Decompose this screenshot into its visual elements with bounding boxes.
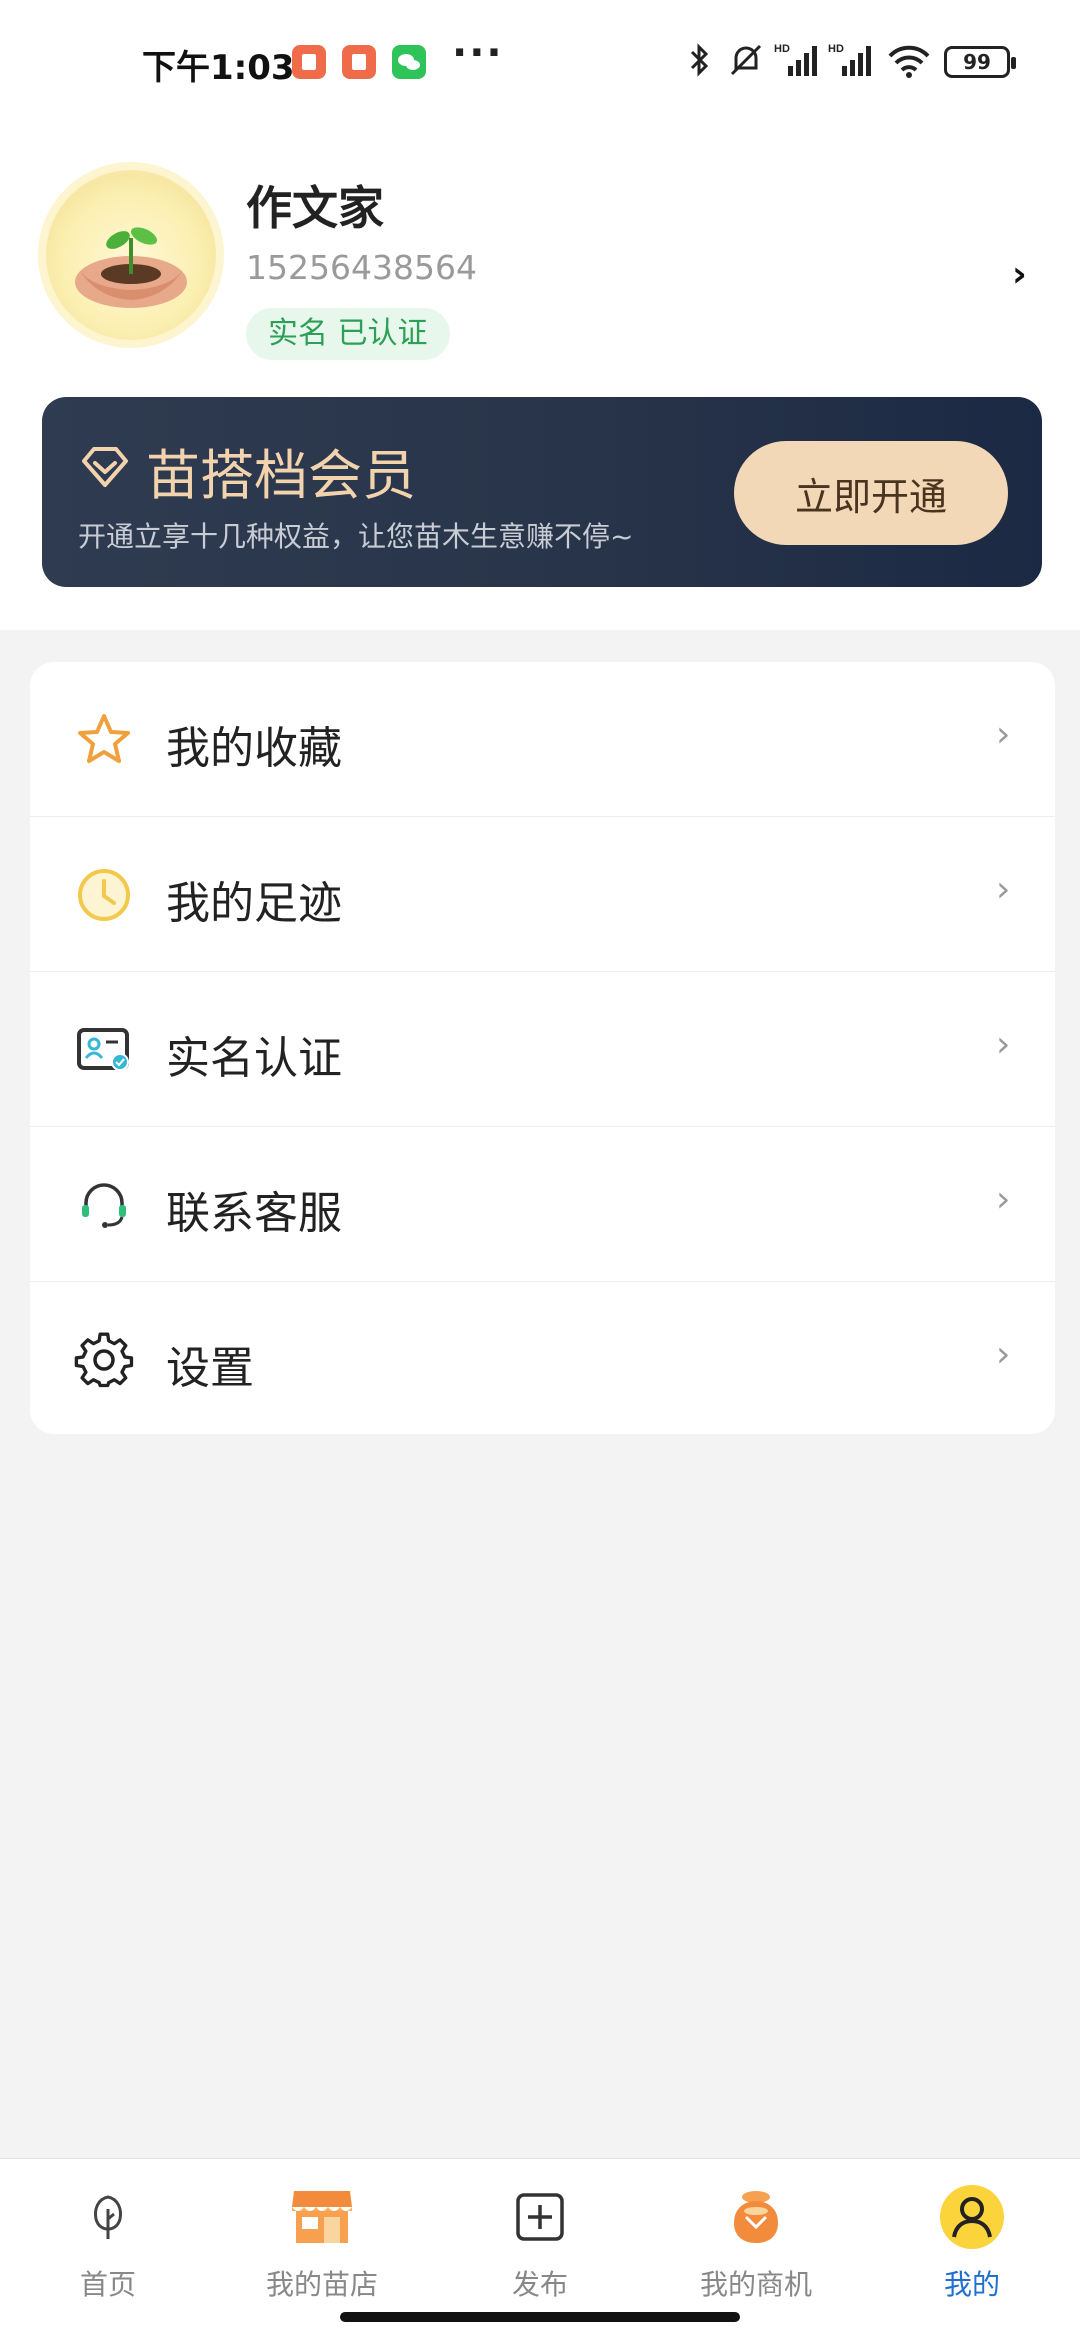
diamond-icon (78, 441, 132, 495)
menu-item-label: 我的收藏 (166, 723, 342, 774)
svg-text:HD: HD (828, 43, 844, 55)
avatar[interactable] (46, 170, 216, 340)
chevron-right-icon: › (996, 869, 1011, 910)
app-notification-icon (342, 45, 376, 79)
tab-my-store[interactable]: 我的苗店 (222, 2177, 422, 2317)
menu-item-label: 设置 (166, 1343, 254, 1394)
chevron-right-icon: › (996, 1334, 1011, 1375)
vip-title: 苗搭档会员 (146, 444, 416, 507)
status-time: 下午1:03 (142, 48, 295, 88)
chevron-right-icon: › (996, 714, 1011, 755)
tab-home[interactable]: 首页 (8, 2177, 208, 2317)
more-icon: ··· (452, 30, 504, 76)
battery-icon: 99 (944, 46, 1016, 78)
tab-me[interactable]: 我的 (872, 2177, 1072, 2317)
vip-banner[interactable]: 苗搭档会员 开通立享十几种权益，让您苗木生意赚不停~ 立即开通 (42, 397, 1042, 587)
clock-icon (74, 865, 134, 925)
money-bag-icon (724, 2185, 788, 2249)
chevron-right-icon: › (996, 1179, 1011, 1220)
svg-text:HD: HD (774, 43, 790, 55)
tab-label: 发布 (511, 2268, 568, 2301)
verified-badge: 实名 已认证 (246, 308, 450, 360)
menu-item-label: 实名认证 (166, 1033, 342, 1084)
menu-item-label: 我的足迹 (166, 878, 342, 929)
profile-header[interactable]: 作文家 15256438564 实名 已认证 › 苗搭档会员 开通立享十几种权益… (0, 124, 1080, 630)
mute-icon (726, 40, 766, 80)
menu-item-history[interactable]: 我的足迹 › (30, 817, 1055, 972)
tab-label: 我的商机 (699, 2268, 812, 2301)
tab-publish[interactable]: 发布 (440, 2177, 640, 2317)
store-icon (290, 2185, 354, 2249)
signal-hd-icon: HD (774, 40, 820, 80)
tree-icon (76, 2185, 140, 2249)
signal-hd-icon: HD (828, 40, 874, 80)
gear-icon (74, 1330, 134, 1390)
menu-item-label: 联系客服 (166, 1188, 342, 1239)
tab-label: 我的 (943, 2268, 1000, 2301)
home-indicator (340, 2312, 740, 2322)
wifi-icon (886, 40, 932, 80)
tab-label: 我的苗店 (265, 2268, 378, 2301)
wechat-icon (392, 45, 426, 79)
chevron-right-icon[interactable]: › (1012, 254, 1027, 295)
menu-item-verification[interactable]: 实名认证 › (30, 972, 1055, 1127)
menu-item-favorites[interactable]: 我的收藏 › (30, 662, 1055, 817)
vip-activate-button[interactable]: 立即开通 (734, 441, 1008, 545)
user-name: 作文家 (246, 181, 384, 235)
headset-icon (74, 1175, 134, 1235)
user-icon (940, 2185, 1004, 2249)
bluetooth-icon (684, 40, 714, 80)
chevron-right-icon: › (996, 1024, 1011, 1065)
app-notification-icon (292, 45, 326, 79)
menu-item-customer-service[interactable]: 联系客服 › (30, 1127, 1055, 1282)
tab-business[interactable]: 我的商机 (656, 2177, 856, 2317)
add-square-icon (508, 2185, 572, 2249)
user-phone: 15256438564 (246, 248, 477, 287)
menu-list: 我的收藏 › 我的足迹 › 实名认证 › 联系客服 › 设置 › (30, 662, 1055, 1434)
tab-label: 首页 (79, 2268, 136, 2301)
star-icon (74, 710, 134, 770)
menu-item-settings[interactable]: 设置 › (30, 1282, 1055, 1434)
status-bar: 下午1:03 ··· HD HD 99 (0, 0, 1080, 124)
id-card-icon (74, 1020, 134, 1080)
vip-subtitle: 开通立享十几种权益，让您苗木生意赚不停~ (78, 520, 634, 553)
